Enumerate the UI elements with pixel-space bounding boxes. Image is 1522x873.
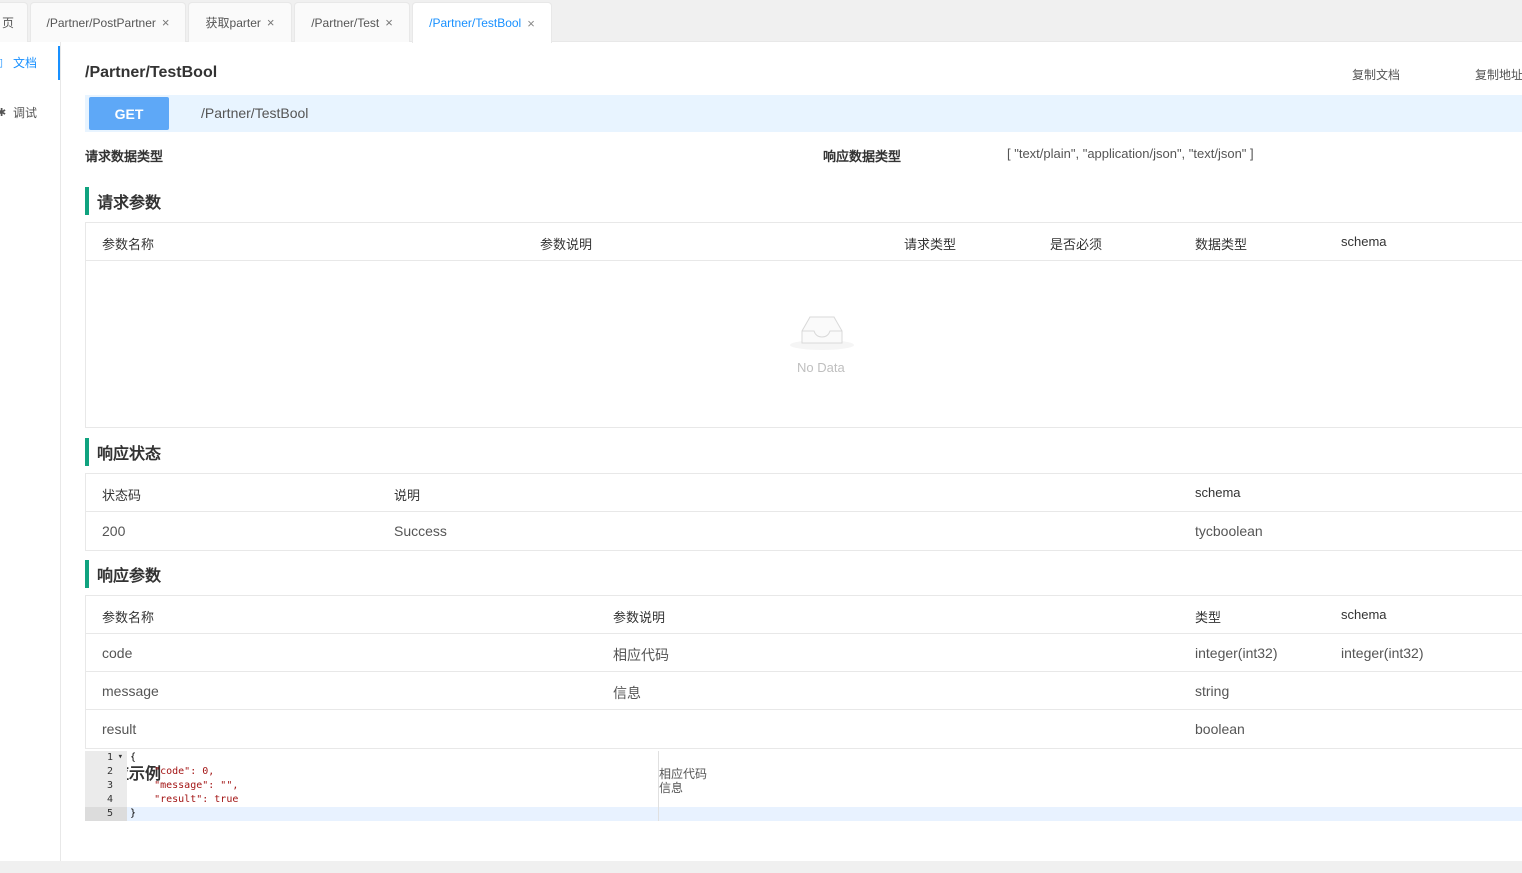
table-cell: 200 — [102, 523, 126, 539]
empty-state: No Data — [86, 261, 1522, 427]
table-cell: integer(int32) — [1195, 645, 1278, 661]
copy-doc-button[interactable]: 复制文档 — [1352, 66, 1400, 83]
table-cell: integer(int32) — [1341, 645, 1424, 661]
method-badge: GET — [89, 97, 169, 130]
table-header: 参数名称 参数说明 类型 schema — [86, 596, 1522, 634]
column-header: 参数说明 — [613, 610, 666, 625]
column-header: schema — [1341, 234, 1387, 249]
tab-label: /Partner/PostPartner — [46, 15, 156, 30]
line-number: 4 — [106, 794, 113, 805]
line-number: 3 — [106, 780, 113, 791]
column-header: 参数说明 — [540, 237, 593, 252]
response-type-label: 响应数据类型 — [823, 149, 902, 164]
sidebar-item-doc[interactable]: ▯ 文档 — [0, 44, 60, 80]
request-params-table: 参数名称 参数说明 请求类型 是否必须 数据类型 schema No Data — [85, 222, 1522, 428]
close-icon[interactable]: × — [162, 16, 170, 29]
sidebar-item-debug[interactable]: ✱ 调试 — [0, 94, 60, 130]
tab-home[interactable]: 页 — [0, 2, 28, 42]
table-cell: 相应代码 — [613, 647, 669, 663]
column-header: 是否必须 — [1050, 237, 1103, 252]
doc-icon: ▯ — [0, 56, 4, 69]
line-number: 5 — [106, 808, 113, 819]
request-params-title: 请求参数 — [85, 187, 161, 215]
sidebar-item-label: 文档 — [13, 55, 38, 70]
column-header: schema — [1195, 485, 1241, 500]
code-line: } — [130, 808, 137, 819]
tab-get-parter[interactable]: 获取parter × — [188, 2, 292, 42]
code-line: "code": 0, — [130, 766, 215, 777]
column-header: 类型 — [1195, 610, 1222, 625]
field-comments: 相应代码 信息 — [658, 751, 707, 821]
request-type-label: 请求数据类型 — [85, 149, 164, 164]
empty-inbox-icon — [790, 316, 854, 350]
tab-bar: 页 /Partner/PostPartner × 获取parter × /Par… — [0, 0, 1522, 43]
fold-icon[interactable]: ▾ — [118, 752, 123, 762]
column-header: 参数名称 — [102, 610, 155, 625]
copy-url-button[interactable]: 复制地址 — [1475, 66, 1522, 83]
debug-icon: ✱ — [0, 106, 7, 119]
table-cell: boolean — [1195, 721, 1245, 737]
code-line: { — [130, 752, 137, 763]
tab-label: /Partner/TestBool — [429, 16, 522, 30]
column-header: 参数名称 — [102, 237, 155, 252]
code-line: "result": true — [130, 794, 239, 805]
empty-text: No Data — [797, 360, 845, 375]
table-cell: code — [102, 645, 133, 661]
tab-label: /Partner/Test — [311, 15, 380, 30]
tab-label: 获取parter — [205, 16, 261, 30]
table-cell: string — [1195, 683, 1230, 699]
table-row: message 信息 string — [86, 672, 1522, 710]
active-line-highlight — [127, 807, 1522, 821]
table-row: 200 Success tycboolean — [86, 512, 1522, 550]
sidebar-item-label: 调试 — [13, 105, 38, 120]
close-icon[interactable]: × — [385, 16, 393, 29]
tab-partner-testbool[interactable]: /Partner/TestBool × — [412, 2, 552, 43]
table-row: code 相应代码 integer(int32) integer(int32) — [86, 634, 1522, 672]
column-header: 数据类型 — [1195, 237, 1248, 252]
response-params-table: 参数名称 参数说明 类型 schema code 相应代码 integer(in… — [85, 595, 1522, 749]
response-type-value: [ "text/plain", "application/json", "tex… — [1007, 146, 1254, 161]
table-cell: 信息 — [613, 685, 641, 701]
tab-partner-postpartner[interactable]: /Partner/PostPartner × — [30, 2, 186, 42]
column-header: 状态码 — [102, 488, 142, 503]
table-cell: Success — [394, 523, 447, 539]
response-params-title: 响应参数 — [85, 560, 161, 588]
page-title: /Partner/TestBool — [85, 64, 218, 81]
sidebar: ▯ 文档 ✱ 调试 — [0, 42, 61, 873]
endpoint-path: /Partner/TestBool — [201, 105, 309, 121]
table-row: result boolean — [86, 710, 1522, 748]
tab-label: 页 — [1, 16, 14, 30]
close-icon[interactable]: × — [527, 17, 535, 30]
table-cell: result — [102, 721, 137, 737]
table-header: 参数名称 参数说明 请求类型 是否必须 数据类型 schema — [86, 223, 1522, 261]
line-number: 2 — [106, 766, 113, 777]
active-gutter-line: 5 — [85, 807, 127, 821]
code-line: "message": "", — [130, 780, 239, 791]
horizontal-scrollbar[interactable] — [0, 861, 1522, 873]
response-status-table: 状态码 说明 schema 200 Success tycboolean — [85, 473, 1522, 551]
close-icon[interactable]: × — [267, 16, 275, 29]
table-cell: tycboolean — [1195, 523, 1263, 539]
column-header: 说明 — [394, 488, 421, 503]
column-header: 请求类型 — [904, 237, 957, 252]
response-status-title: 响应状态 — [85, 438, 161, 466]
line-number: 1 — [106, 752, 113, 763]
column-header: schema — [1341, 607, 1387, 622]
endpoint-bar: GET /Partner/TestBool — [85, 95, 1522, 132]
code-editor[interactable]: 1 ▾ 2 3 4 5 { "code": 0, "message": "", … — [85, 751, 1522, 821]
table-header: 状态码 说明 schema — [86, 474, 1522, 512]
table-cell: message — [102, 683, 159, 699]
comment-text: 信息 — [659, 781, 684, 795]
tab-partner-test[interactable]: /Partner/Test × — [294, 2, 410, 42]
